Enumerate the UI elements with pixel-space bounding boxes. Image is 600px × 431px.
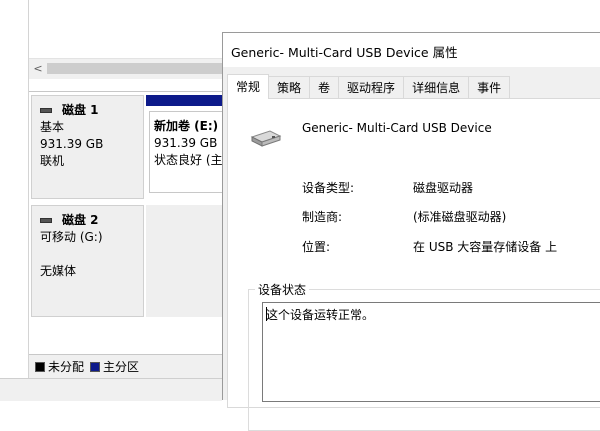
tab-driver[interactable]: 驱动程序 — [338, 76, 405, 99]
disk-2-info[interactable]: 磁盘 2 可移动 (G:) 无媒体 — [31, 205, 144, 317]
device-type-value: 磁盘驱动器 — [413, 181, 474, 195]
volume-e-box[interactable]: 新加卷 (E:) 931.39 GB N 状态良好 (主 — [149, 111, 229, 193]
disk-2-type: 可移动 (G:) — [40, 230, 103, 244]
manufacturer-value: (标准磁盘驱动器) — [413, 210, 507, 224]
usb-drive-icon — [250, 127, 282, 152]
disk-2-name: 磁盘 2 — [62, 213, 99, 227]
disk-icon — [40, 218, 52, 223]
disk-graphical-view: 磁盘 1 基本 931.39 GB 联机 新加卷 (E:) 931.39 GB … — [29, 91, 229, 379]
device-name: Generic- Multi-Card USB Device — [302, 121, 492, 135]
location-label: 位置: — [302, 240, 331, 254]
volume-e-size: 931.39 GB N — [154, 136, 229, 150]
legend-label: 未分配 — [48, 360, 85, 374]
disk-2-media: 无媒体 — [40, 264, 77, 278]
device-status-textbox[interactable]: 这个设备运转正常。 — [262, 302, 600, 402]
device-status-text: 这个设备运转正常。 — [266, 308, 375, 322]
tab-general[interactable]: 常规 — [227, 74, 270, 99]
legend-item-unallocated: 未分配 — [35, 358, 84, 375]
volume-e-name: 新加卷 (E:) — [154, 119, 219, 133]
disk-2-header: 磁盘 2 — [40, 212, 143, 229]
text-caret — [266, 307, 267, 321]
location-value: 在 USB 大容量存储设备 上 — [413, 240, 558, 254]
device-status-group: 设备状态 这个设备运转正常。 — [248, 281, 600, 431]
tab-events[interactable]: 事件 — [468, 76, 511, 99]
tab-volumes[interactable]: 卷 — [309, 76, 340, 99]
disk-1-type: 基本 — [40, 120, 65, 134]
manufacturer-label: 制造商: — [302, 210, 343, 224]
disk-1-size: 931.39 GB — [40, 137, 104, 151]
disk-1-name: 磁盘 1 — [62, 103, 99, 117]
volume-e-status: 状态良好 (主 — [154, 153, 223, 167]
volume-e[interactable]: 新加卷 (E:) 931.39 GB N 状态良好 (主 — [146, 95, 229, 199]
disk-1-status: 联机 — [40, 154, 65, 168]
dialog-titlebar[interactable]: Generic- Multi-Card USB Device 属性 — [223, 33, 600, 67]
legend-item-primary: 主分区 — [90, 358, 139, 375]
device-status-title: 设备状态 — [255, 281, 310, 298]
panel-gap — [29, 79, 229, 91]
legend-label: 主分区 — [103, 360, 140, 374]
disk-icon — [40, 108, 52, 113]
horizontal-scrollbar[interactable]: < — [29, 58, 229, 79]
primary-partition-bar — [146, 95, 229, 106]
legend: 未分配 主分区 — [29, 354, 229, 378]
primary-swatch — [90, 361, 101, 372]
scrollbar-thumb[interactable] — [47, 63, 225, 74]
tab-details[interactable]: 详细信息 — [403, 76, 470, 99]
tab-policies[interactable]: 策略 — [268, 76, 311, 99]
disk-1-header: 磁盘 1 — [40, 102, 143, 119]
scroll-left-arrow-icon[interactable]: < — [31, 61, 45, 77]
tab-strip: 常规 策略 卷 驱动程序 详细信息 事件 — [227, 74, 511, 99]
unallocated-swatch — [35, 361, 45, 372]
device-type-label: 设备类型: — [302, 181, 355, 195]
disk-2-empty-area — [146, 205, 229, 317]
dialog-title: Generic- Multi-Card USB Device 属性 — [231, 45, 458, 60]
general-tab-page: Generic- Multi-Card USB Device 设备类型: 磁盘驱… — [227, 98, 600, 431]
disk-1-info[interactable]: 磁盘 1 基本 931.39 GB 联机 — [31, 95, 144, 199]
properties-dialog: Generic- Multi-Card USB Device 属性 常规 策略 … — [222, 32, 600, 431]
status-bar — [0, 378, 222, 401]
